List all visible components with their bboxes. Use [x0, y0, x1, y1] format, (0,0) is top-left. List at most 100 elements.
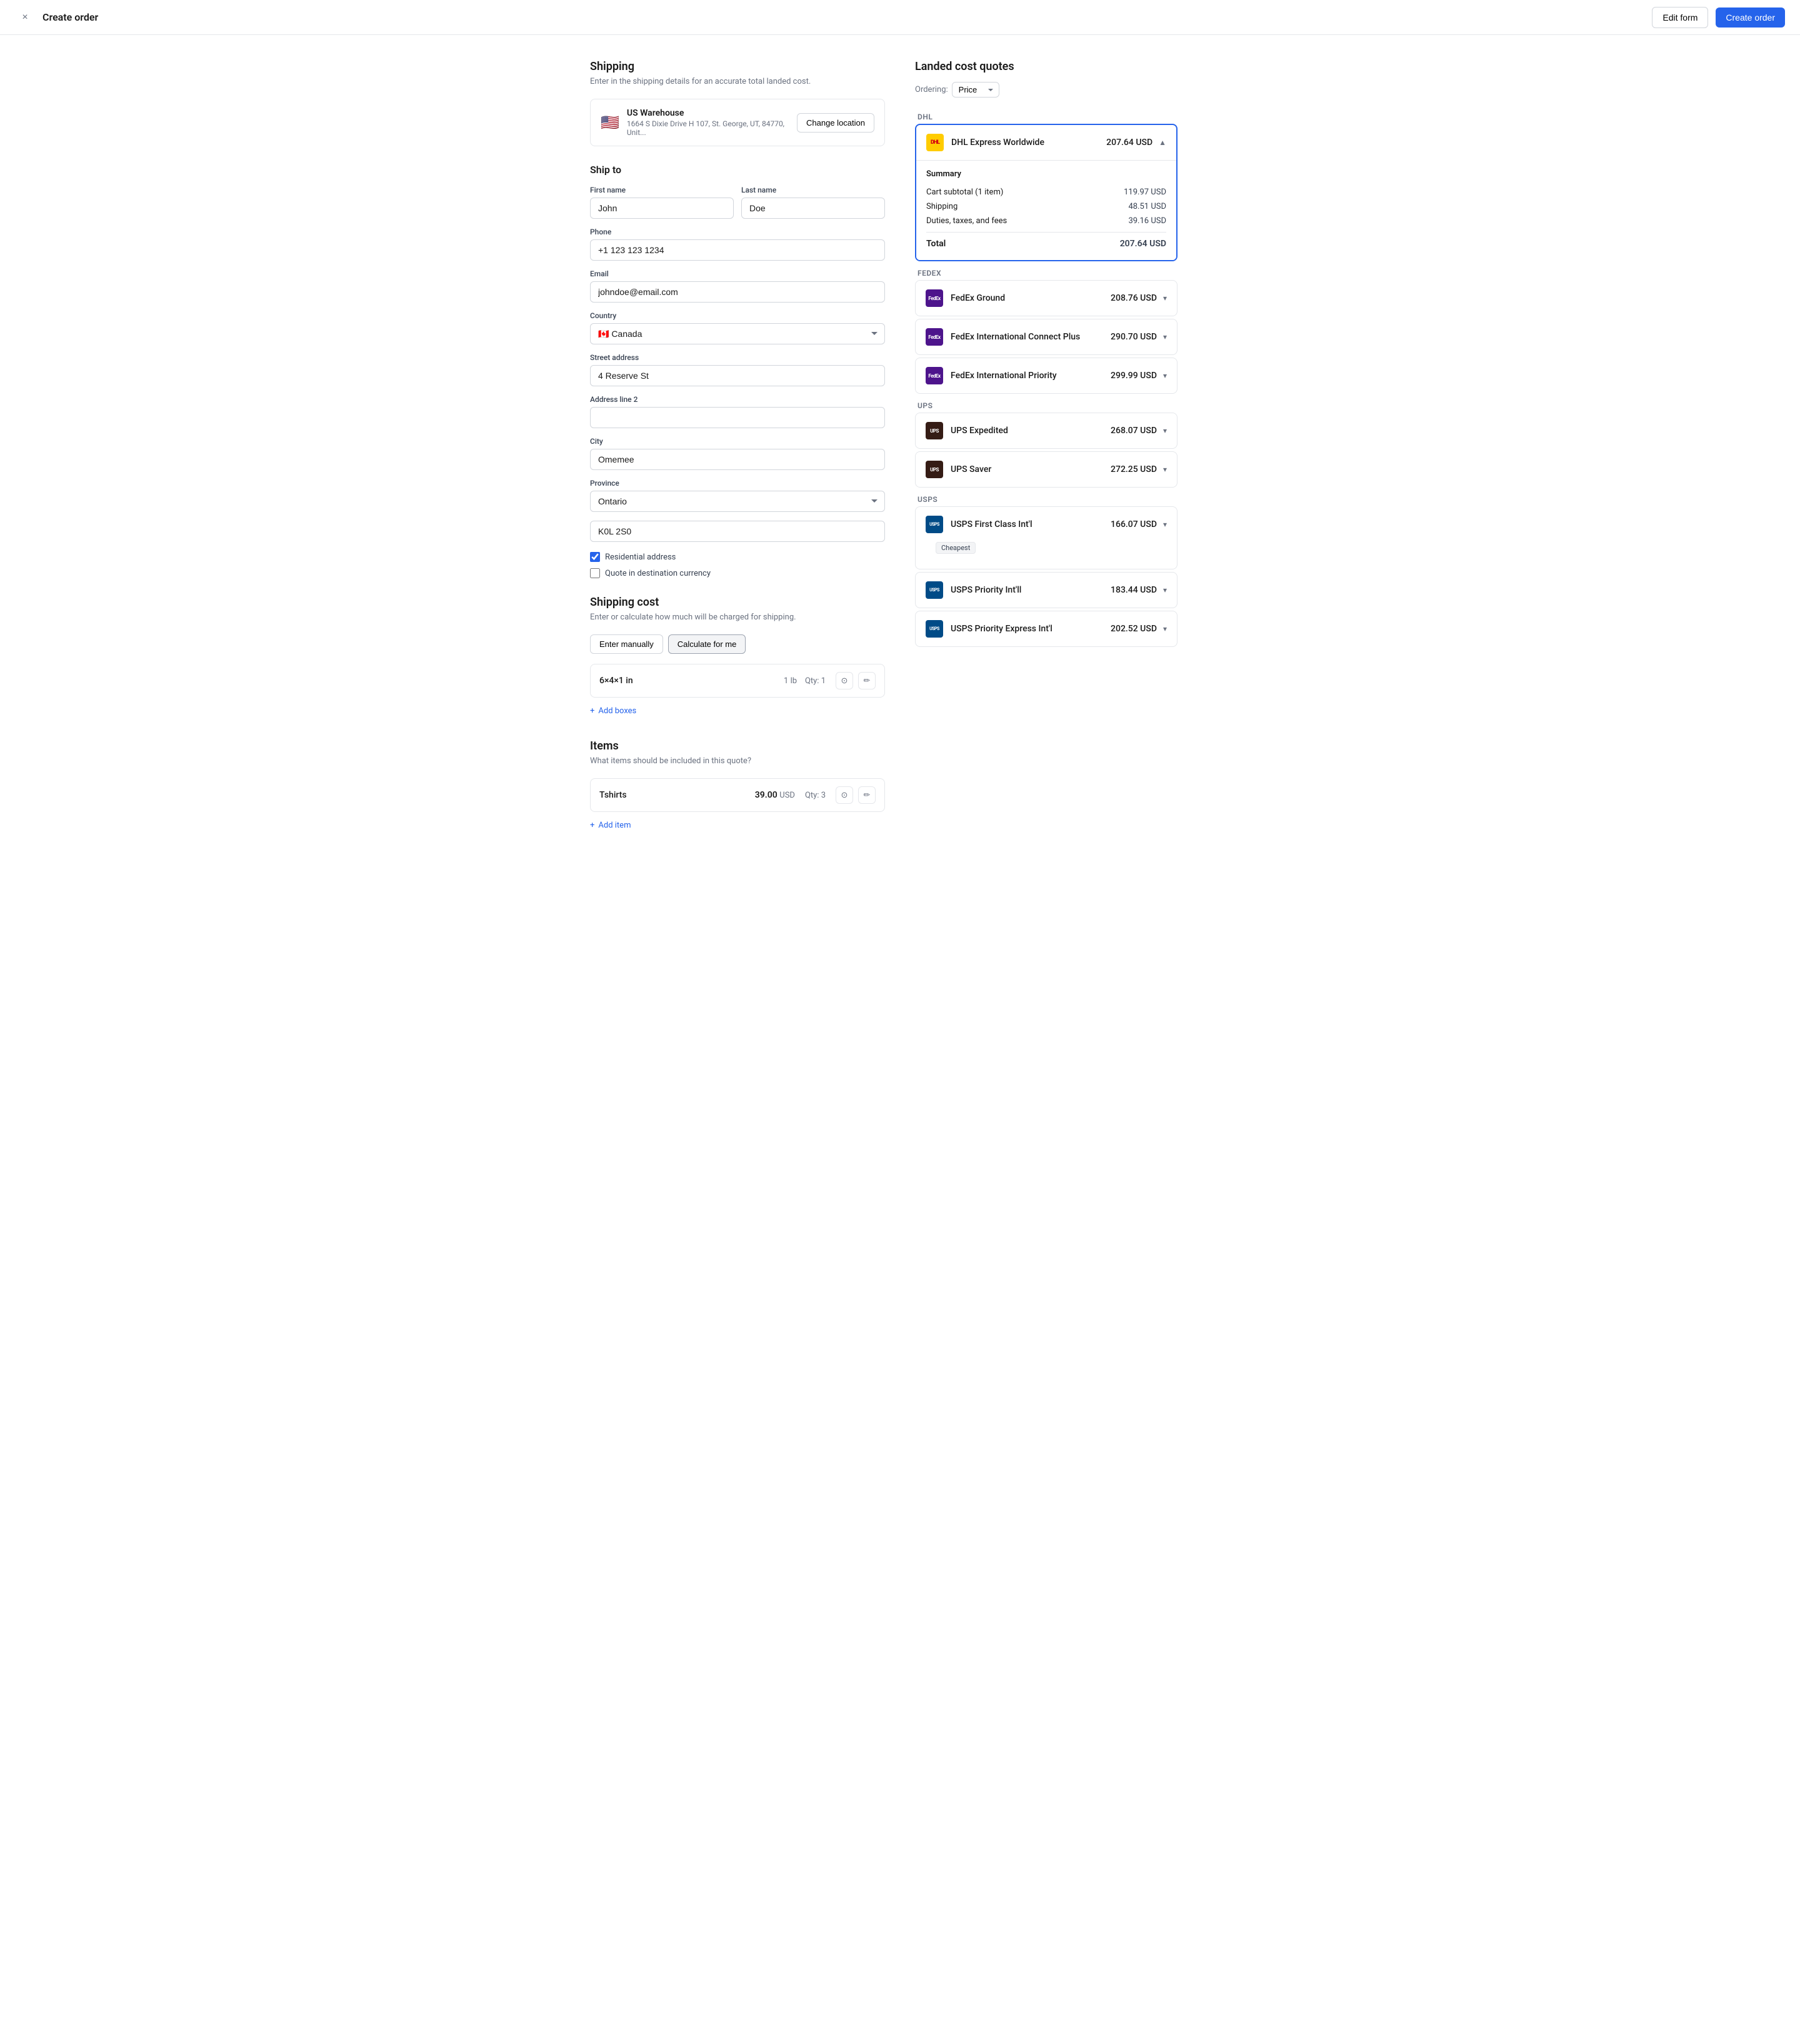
postal-code-group [590, 521, 885, 542]
summary-value-duties: 39.16 USD [1128, 216, 1166, 226]
items-title: Items [590, 739, 885, 753]
email-input[interactable] [590, 281, 885, 303]
carrier-card-ups-expedited: UPS UPS Expedited 268.07 USD ▾ [915, 413, 1178, 449]
items-section: Items What items should be included in t… [590, 739, 885, 834]
carrier-card-fedex-ground: FedEx FedEx Ground 208.76 USD ▾ [915, 280, 1178, 316]
carrier-card-ups-saver: UPS UPS Saver 272.25 USD ▾ [915, 451, 1178, 488]
ups-expedited-logo: UPS [926, 422, 943, 439]
carrier-row-fedex-intl-priority[interactable]: FedEx FedEx International Priority 299.9… [916, 358, 1177, 393]
carrier-section-dhl: DHL DHL DHL Express Worldwide 207.64 USD… [915, 108, 1178, 261]
phone-input[interactable] [590, 239, 885, 261]
carrier-price-ups-expedited: 268.07 USD [1111, 426, 1157, 436]
add-boxes-plus-icon: + [590, 706, 594, 716]
edit-form-button[interactable]: Edit form [1652, 7, 1708, 28]
first-name-label: First name [590, 186, 734, 194]
address-line2-input[interactable] [590, 407, 885, 428]
carrier-row-fedex-ground[interactable]: FedEx FedEx Ground 208.76 USD ▾ [916, 281, 1177, 316]
main-content: Shipping Enter in the shipping details f… [575, 35, 1225, 859]
carrier-name-ups-saver: UPS Saver [951, 464, 1111, 474]
shipping-cost-subtitle: Enter or calculate how much will be char… [590, 613, 885, 622]
carrier-name-fedex-intl-connect: FedEx International Connect Plus [951, 332, 1111, 342]
usps-priority-express-chevron-icon: ▾ [1163, 624, 1167, 633]
carrier-row-usps-priority[interactable]: USPS USPS Priority Int'll 183.44 USD ▾ [916, 573, 1177, 608]
carrier-name-fedex-intl-priority: FedEx International Priority [951, 371, 1111, 381]
carrier-name-usps-first-class: USPS First Class Int'l [951, 519, 1111, 529]
right-panel: Landed cost quotes Ordering: Price Name … [915, 60, 1178, 834]
country-select[interactable]: 🇨🇦 Canada 🇺🇸 United States 🇬🇧 United Kin… [590, 323, 885, 344]
ship-to-section: Ship to First name Last name Phone Email [590, 164, 885, 578]
province-select[interactable]: Ontario Quebec British Columbia Alberta [590, 491, 885, 512]
province-group: Province Ontario Quebec British Columbia… [590, 479, 885, 512]
carrier-row-usps-priority-express[interactable]: USPS USPS Priority Express Int'l 202.52 … [916, 611, 1177, 646]
add-item-row[interactable]: + Add item [590, 817, 885, 834]
warehouse-flag-icon: 🇺🇸 [601, 114, 619, 131]
create-order-button[interactable]: Create order [1716, 8, 1785, 28]
item-name: Tshirts [599, 790, 755, 800]
summary-value-total: 207.64 USD [1120, 239, 1166, 249]
enter-manually-button[interactable]: Enter manually [590, 634, 663, 654]
fedex-intl-connect-logo: FedEx [926, 328, 943, 346]
carrier-price-usps-first-class: 166.07 USD [1111, 519, 1157, 529]
item-edit-button[interactable]: ✏ [858, 786, 876, 804]
carrier-card-usps-priority: USPS USPS Priority Int'll 183.44 USD ▾ [915, 572, 1178, 608]
carrier-name-fedex-ground: FedEx Ground [951, 293, 1111, 303]
email-group: Email [590, 269, 885, 303]
shipping-cost-section: Shipping cost Enter or calculate how muc… [590, 596, 885, 719]
last-name-input[interactable] [741, 198, 885, 219]
fedex-intl-priority-chevron-icon: ▾ [1163, 371, 1167, 380]
phone-group: Phone [590, 228, 885, 261]
carrier-row-ups-saver[interactable]: UPS UPS Saver 272.25 USD ▾ [916, 452, 1177, 487]
summary-title: Summary [926, 169, 1166, 179]
package-edit-button[interactable]: ✏ [858, 672, 876, 689]
carrier-name-ups-expedited: UPS Expedited [951, 426, 1111, 436]
usps-first-class-chevron-icon: ▾ [1163, 520, 1167, 529]
carrier-group-fedex-label: FedEx [915, 264, 1178, 280]
residential-label: Residential address [605, 553, 676, 562]
carrier-name-usps-priority-express: USPS Priority Express Int'l [951, 624, 1111, 634]
address-line2-group: Address line 2 [590, 395, 885, 428]
fedex-intl-priority-logo: FedEx [926, 367, 943, 384]
package-row: 6×4×1 in 1 lb Qty: 1 ⊙ ✏ [590, 664, 885, 698]
usps-priority-express-logo: USPS [926, 620, 943, 638]
add-boxes-label: Add boxes [598, 706, 636, 716]
calculate-button[interactable]: Calculate for me [668, 634, 746, 654]
street-address-input[interactable] [590, 365, 885, 386]
ship-to-title: Ship to [590, 164, 885, 176]
carrier-price-dhl-express: 207.64 USD [1106, 138, 1152, 148]
country-group: Country 🇨🇦 Canada 🇺🇸 United States 🇬🇧 Un… [590, 311, 885, 344]
summary-label-duties: Duties, taxes, and fees [926, 216, 1007, 226]
package-info-button[interactable]: ⊙ [836, 672, 853, 689]
name-row: First name Last name [590, 186, 885, 219]
header: × Create order Edit form Create order [0, 0, 1800, 35]
summary-row-duties: Duties, taxes, and fees 39.16 USD [926, 214, 1166, 228]
summary-label-subtotal: Cart subtotal (1 item) [926, 188, 1003, 197]
residential-checkbox[interactable] [590, 552, 600, 562]
carrier-row-dhl-express[interactable]: DHL DHL Express Worldwide 207.64 USD ▲ [916, 125, 1176, 160]
fedex-ground-logo: FedEx [926, 289, 943, 307]
item-info-button[interactable]: ⊙ [836, 786, 853, 804]
quote-currency-checkbox-group: Quote in destination currency [590, 568, 885, 578]
change-location-button[interactable]: Change location [797, 113, 874, 133]
postal-code-input[interactable] [590, 521, 885, 542]
city-input[interactable] [590, 449, 885, 470]
carrier-row-usps-first-class[interactable]: USPS USPS First Class Int'l 166.07 USD ▾ [916, 507, 1177, 542]
carrier-name-usps-priority: USPS Priority Int'll [951, 585, 1111, 595]
first-name-input[interactable] [590, 198, 734, 219]
carrier-card-usps-priority-express: USPS USPS Priority Express Int'l 202.52 … [915, 611, 1178, 647]
quote-currency-checkbox[interactable] [590, 568, 600, 578]
ordering-select[interactable]: Price Name Carrier [952, 82, 999, 98]
add-boxes-row[interactable]: + Add boxes [590, 703, 885, 719]
carrier-row-fedex-intl-connect[interactable]: FedEx FedEx International Connect Plus 2… [916, 319, 1177, 354]
carrier-group-usps-label: USPS [915, 490, 1178, 506]
carrier-price-ups-saver: 272.25 USD [1111, 464, 1157, 474]
carrier-section-ups: UPS UPS UPS Expedited 268.07 USD ▾ UPS U… [915, 396, 1178, 488]
carrier-card-dhl-express: DHL DHL Express Worldwide 207.64 USD ▲ S… [915, 124, 1178, 261]
close-button[interactable]: × [15, 8, 35, 28]
summary-row-subtotal: Cart subtotal (1 item) 119.97 USD [926, 185, 1166, 199]
street-address-label: Street address [590, 353, 885, 362]
item-row: Tshirts 39.00 USD Qty: 3 ⊙ ✏ [590, 778, 885, 812]
carrier-price-fedex-intl-connect: 290.70 USD [1111, 332, 1157, 342]
ordering-label: Ordering: [915, 85, 948, 94]
carrier-row-ups-expedited[interactable]: UPS UPS Expedited 268.07 USD ▾ [916, 413, 1177, 448]
summary-row-total: Total 207.64 USD [926, 232, 1166, 251]
